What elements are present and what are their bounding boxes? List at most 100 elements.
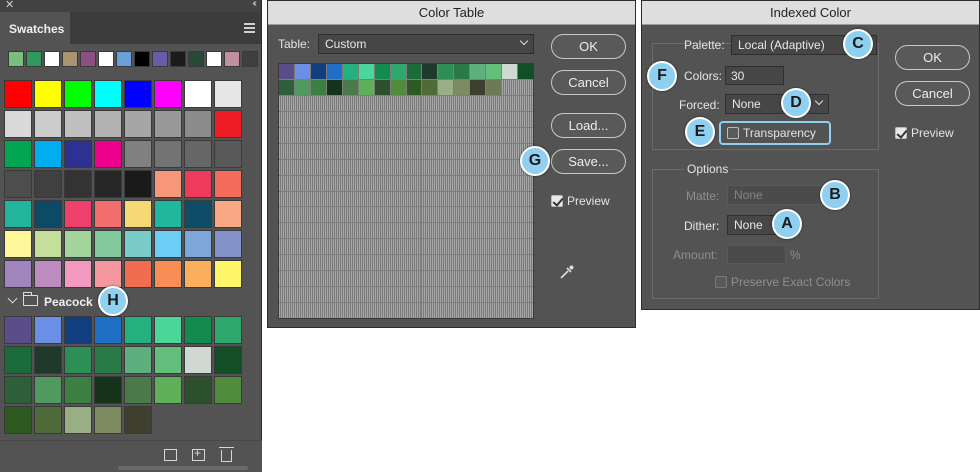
color-table-empty-slot[interactable]	[342, 175, 358, 191]
color-table-empty-slot[interactable]	[374, 127, 390, 143]
color-table-empty-slot[interactable]	[358, 175, 374, 191]
swatch[interactable]	[64, 200, 92, 228]
color-table-empty-slot[interactable]	[486, 207, 502, 223]
color-table-empty-slot[interactable]	[454, 303, 470, 318]
color-table-empty-slot[interactable]	[486, 127, 502, 143]
color-table-empty-slot[interactable]	[310, 287, 326, 303]
color-table-empty-slot[interactable]	[358, 111, 374, 127]
peacock-swatch[interactable]	[94, 346, 122, 374]
color-table-empty-slot[interactable]	[390, 271, 406, 287]
tab-swatches[interactable]: Swatches	[0, 12, 70, 44]
peacock-swatch[interactable]	[184, 346, 212, 374]
peacock-swatch[interactable]	[94, 376, 122, 404]
color-table-empty-slot[interactable]	[279, 303, 294, 318]
swatch[interactable]	[154, 200, 182, 228]
swatch[interactable]	[184, 170, 212, 198]
color-table-empty-slot[interactable]	[310, 239, 326, 255]
peacock-swatch[interactable]	[124, 316, 152, 344]
peacock-swatch[interactable]	[124, 346, 152, 374]
color-table-empty-slot[interactable]	[294, 303, 310, 318]
color-table-empty-slot[interactable]	[342, 239, 358, 255]
color-table-empty-slot[interactable]	[310, 95, 326, 111]
color-table-empty-slot[interactable]	[406, 303, 422, 318]
color-table-entry[interactable]	[374, 64, 390, 79]
color-table-empty-slot[interactable]	[342, 111, 358, 127]
swatch[interactable]	[4, 110, 32, 138]
color-table-empty-slot[interactable]	[438, 95, 454, 111]
color-table-empty-slot[interactable]	[279, 111, 294, 127]
swatch[interactable]	[94, 200, 122, 228]
color-table-entry[interactable]	[422, 79, 438, 95]
recent-swatch[interactable]	[152, 51, 168, 67]
color-table-empty-slot[interactable]	[294, 287, 310, 303]
color-table-empty-slot[interactable]	[470, 239, 486, 255]
color-table-empty-slot[interactable]	[279, 159, 294, 175]
color-table-empty-slot[interactable]	[279, 271, 294, 287]
ok-button[interactable]: OK	[551, 34, 626, 59]
color-table-entry[interactable]	[279, 64, 294, 79]
recent-swatch[interactable]	[62, 51, 78, 67]
cancel-button[interactable]: Cancel	[895, 81, 970, 106]
color-table-empty-slot[interactable]	[502, 287, 518, 303]
swatch[interactable]	[94, 230, 122, 258]
color-table-empty-slot[interactable]	[518, 255, 533, 271]
transparency-checkbox[interactable]	[727, 127, 739, 139]
color-table-empty-slot[interactable]	[486, 159, 502, 175]
color-table-entry[interactable]	[518, 64, 533, 79]
swatch[interactable]	[94, 80, 122, 108]
color-table-empty-slot[interactable]	[390, 111, 406, 127]
color-table-empty-slot[interactable]	[358, 207, 374, 223]
color-table-empty-slot[interactable]	[422, 191, 438, 207]
panel-scrollbar[interactable]	[118, 466, 248, 470]
color-table-empty-slot[interactable]	[374, 255, 390, 271]
swatch[interactable]	[184, 80, 212, 108]
color-table-entry[interactable]	[470, 79, 486, 95]
panel-menu-icon[interactable]	[244, 23, 255, 35]
color-table-empty-slot[interactable]	[438, 111, 454, 127]
color-table-empty-slot[interactable]	[502, 207, 518, 223]
color-table-empty-slot[interactable]	[342, 271, 358, 287]
color-table-empty-slot[interactable]	[438, 271, 454, 287]
swatch[interactable]	[64, 260, 92, 288]
color-table-empty-slot[interactable]	[470, 111, 486, 127]
color-table-empty-slot[interactable]	[422, 255, 438, 271]
color-table-empty-slot[interactable]	[326, 271, 342, 287]
color-table-entry[interactable]	[470, 64, 486, 79]
swatch[interactable]	[184, 230, 212, 258]
color-table-empty-slot[interactable]	[326, 239, 342, 255]
chevron-down-icon[interactable]	[7, 293, 18, 304]
color-table-empty-slot[interactable]	[406, 255, 422, 271]
color-table-empty-slot[interactable]	[486, 287, 502, 303]
color-table-empty-slot[interactable]	[454, 271, 470, 287]
color-table-empty-slot[interactable]	[406, 287, 422, 303]
color-table-empty-slot[interactable]	[294, 191, 310, 207]
color-table-empty-slot[interactable]	[342, 303, 358, 318]
color-table-empty-slot[interactable]	[406, 271, 422, 287]
swatch[interactable]	[34, 80, 62, 108]
color-table-empty-slot[interactable]	[406, 223, 422, 239]
color-table-empty-slot[interactable]	[518, 239, 533, 255]
color-table-empty-slot[interactable]	[374, 271, 390, 287]
color-table-empty-slot[interactable]	[406, 159, 422, 175]
color-table-empty-slot[interactable]	[454, 95, 470, 111]
load-button[interactable]: Load...	[551, 113, 626, 138]
swatch[interactable]	[4, 80, 32, 108]
color-table-empty-slot[interactable]	[422, 127, 438, 143]
swatch[interactable]	[124, 140, 152, 168]
color-table-empty-slot[interactable]	[454, 255, 470, 271]
color-table-empty-slot[interactable]	[390, 127, 406, 143]
eyedropper-icon[interactable]	[558, 263, 576, 281]
color-table-entry[interactable]	[358, 64, 374, 79]
recent-swatch[interactable]	[8, 51, 24, 67]
color-table-empty-slot[interactable]	[438, 159, 454, 175]
color-table-entry[interactable]	[279, 79, 294, 95]
color-table-empty-slot[interactable]	[438, 223, 454, 239]
color-table-empty-slot[interactable]	[390, 95, 406, 111]
color-table-empty-slot[interactable]	[374, 207, 390, 223]
color-table-empty-slot[interactable]	[294, 255, 310, 271]
color-table-empty-slot[interactable]	[342, 143, 358, 159]
swatch[interactable]	[34, 110, 62, 138]
swatch[interactable]	[154, 260, 182, 288]
color-table-empty-slot[interactable]	[502, 143, 518, 159]
swatch[interactable]	[184, 200, 212, 228]
